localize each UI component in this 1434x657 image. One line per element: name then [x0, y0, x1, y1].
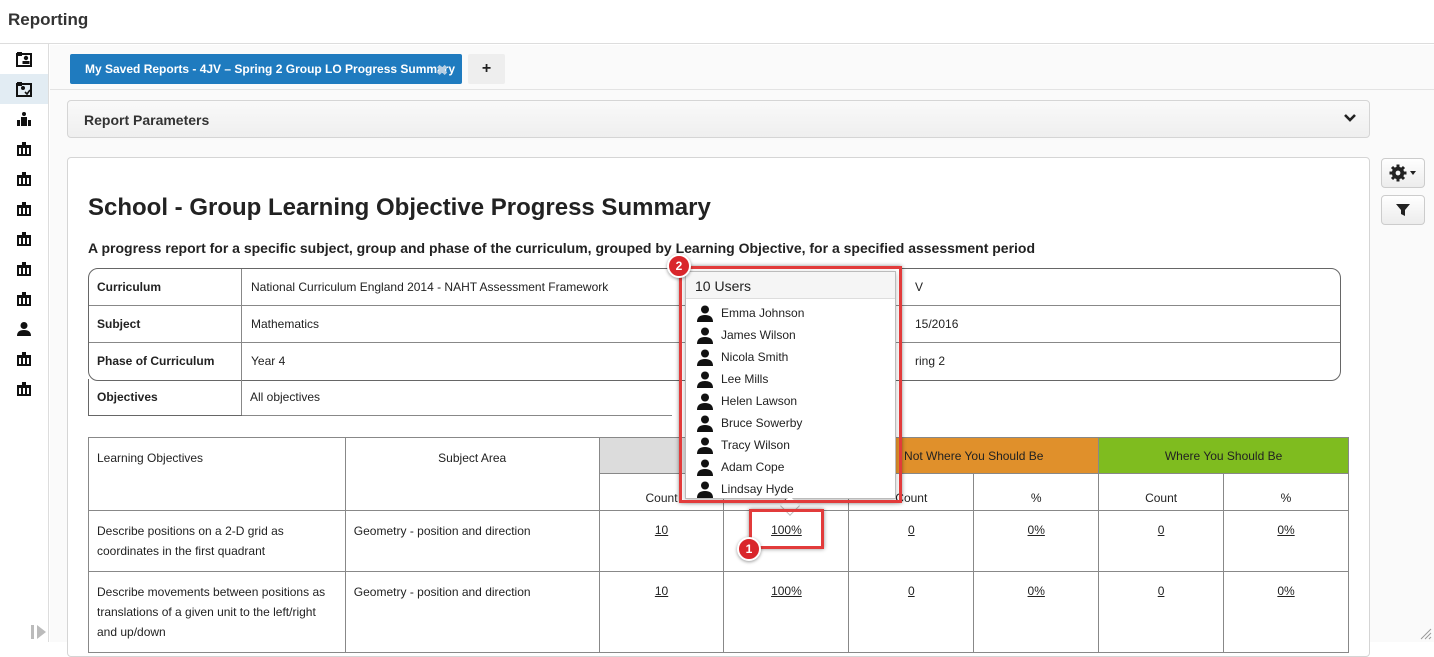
sidebar-item-user-report-check[interactable] [0, 74, 48, 104]
parameter-value-secondary: 15/2016 [909, 306, 964, 342]
tab-saved-report-label: My Saved Reports - 4JV – Spring 2 Group … [85, 62, 455, 76]
building-icon [16, 231, 32, 247]
subject-area-cell: Geometry - position and direction [345, 572, 599, 653]
sidebar-item-building-3[interactable] [0, 194, 48, 224]
add-tab-button[interactable]: + [468, 54, 505, 84]
subject-area-cell: Geometry - position and direction [345, 511, 599, 572]
percent-link[interactable]: 0% [1028, 523, 1045, 537]
percent-link[interactable]: 0% [1028, 584, 1045, 598]
user-report-check-icon [16, 81, 32, 97]
close-icon[interactable]: ✖ [436, 63, 448, 77]
highlight-box-percent [749, 509, 824, 549]
report-parameters-label: Report Parameters [84, 112, 209, 128]
column-group-where-you-should-be: Where You Should Be [1099, 438, 1349, 474]
chevron-down-icon[interactable] [1343, 111, 1357, 125]
parameter-key: Curriculum [89, 269, 242, 305]
column-header-percent: % [1224, 474, 1349, 511]
parameter-key: Phase of Curriculum [89, 343, 242, 379]
column-header-percent: % [974, 474, 1099, 511]
count-link[interactable]: 0 [908, 584, 915, 598]
sidebar-item-building-1[interactable] [0, 134, 48, 164]
app-header: Reporting [0, 0, 1434, 44]
count-link[interactable]: 0 [908, 523, 915, 537]
sidebar-item-user-report[interactable] [0, 44, 48, 74]
sidebar-item-building-2[interactable] [0, 164, 48, 194]
app-title: Reporting [8, 10, 88, 30]
column-header-count: Count [1099, 474, 1224, 511]
building-icon [16, 291, 32, 307]
parameter-key: Objectives [89, 379, 242, 415]
school-group-icon [16, 111, 32, 127]
percent-link[interactable]: 100% [771, 584, 802, 598]
column-header-subject-area: Subject Area [345, 438, 599, 511]
sidebar-item-school-group[interactable] [0, 104, 48, 134]
sidebar-item-building-6[interactable] [0, 284, 48, 314]
table-row: Describe positions on a 2-D grid as coor… [89, 511, 1349, 572]
table-row: Describe movements between positions as … [89, 572, 1349, 653]
percent-link[interactable]: 0% [1277, 584, 1294, 598]
parameter-value-secondary: ring 2 [909, 343, 951, 379]
parameter-value: Year 4 [243, 343, 293, 379]
filter-button[interactable] [1381, 195, 1425, 225]
parameter-value: Mathematics [243, 306, 327, 342]
learning-objective-cell: Describe movements between positions as … [89, 572, 346, 653]
person-icon [16, 321, 32, 337]
settings-dropdown-button[interactable] [1381, 158, 1425, 188]
parameter-value-secondary: V [909, 269, 929, 305]
parameter-key: Subject [89, 306, 242, 342]
report-subtitle: A progress report for a specific subject… [88, 240, 1035, 256]
count-link[interactable]: 10 [655, 523, 668, 537]
report-parameters-panel[interactable]: Report Parameters [67, 100, 1370, 138]
column-header-learning-objectives: Learning Objectives [89, 438, 346, 511]
highlight-box-popover [679, 266, 902, 503]
building-icon [16, 261, 32, 277]
sidebar-item-building-5[interactable] [0, 254, 48, 284]
annotation-badge-1: 1 [737, 537, 761, 561]
sidebar-item-person[interactable] [0, 314, 48, 344]
parameter-row-objectives: Objectives [88, 379, 242, 416]
sidebar [0, 44, 49, 642]
count-link[interactable]: 0 [1158, 523, 1165, 537]
report-tab-bar: My Saved Reports - 4JV – Spring 2 Group … [50, 45, 1434, 90]
building-icon [16, 351, 32, 367]
count-link[interactable]: 0 [1158, 584, 1165, 598]
parameter-value: All objectives [242, 379, 672, 416]
sidebar-item-building-7[interactable] [0, 344, 48, 374]
building-icon [16, 201, 32, 217]
gear-icon [1389, 164, 1417, 182]
user-report-icon [16, 51, 32, 67]
parameter-value: National Curriculum England 2014 - NAHT … [243, 269, 616, 305]
sidebar-item-building-8[interactable] [0, 374, 48, 404]
tab-saved-report[interactable]: My Saved Reports - 4JV – Spring 2 Group … [70, 54, 462, 84]
resize-grip-icon[interactable] [1420, 628, 1432, 640]
building-icon [16, 171, 32, 187]
sidebar-item-building-4[interactable] [0, 224, 48, 254]
count-link[interactable]: 10 [655, 584, 668, 598]
report-title: School - Group Learning Objective Progre… [88, 194, 711, 222]
building-icon [16, 141, 32, 157]
percent-link[interactable]: 0% [1277, 523, 1294, 537]
filter-icon [1396, 203, 1410, 217]
building-icon [16, 381, 32, 397]
annotation-badge-2: 2 [667, 254, 691, 278]
learning-objective-cell: Describe positions on a 2-D grid as coor… [89, 511, 346, 572]
expand-sidebar-icon[interactable] [30, 624, 48, 640]
